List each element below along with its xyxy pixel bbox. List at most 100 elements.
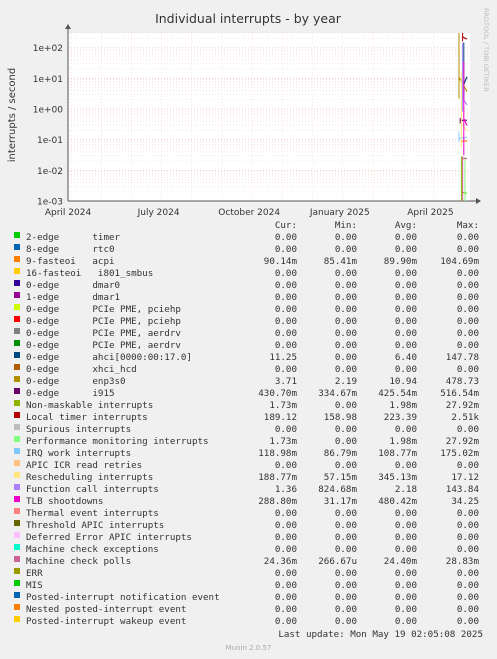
legend-cur: 0.00 xyxy=(274,316,297,327)
legend-swatch xyxy=(14,256,20,262)
legend-avg: 0.00 xyxy=(394,544,417,555)
legend-avg: 0.00 xyxy=(394,424,417,435)
legend-min: 0.00 xyxy=(334,580,357,591)
legend-item: 0-edge PCIe PME, aerdrv 0.00 0.00 0.00 0.00 xyxy=(0,328,497,340)
legend-item: Machine check exceptions 0.00 0.00 0.00 0.00 xyxy=(0,544,497,556)
legend-label: 9-fasteoi acpi xyxy=(26,256,115,267)
legend-swatch xyxy=(14,520,20,526)
last-update: Last update: Mon May 19 02:05:08 2025 xyxy=(278,629,483,640)
legend-label: 0-edge PCIe PME, aerdrv xyxy=(26,340,181,351)
legend-item: Nested posted-interrupt event 0.00 0.00 0.0… xyxy=(0,604,497,616)
legend-avg: 6.40 xyxy=(394,352,417,363)
legend-avg: 0.00 xyxy=(394,460,417,471)
legend-swatch xyxy=(14,556,20,562)
legend-avg: 0.00 xyxy=(394,568,417,579)
legend-avg: 0.00 xyxy=(394,328,417,339)
legend-label: Function call interrupts xyxy=(26,484,159,495)
legend-label: Spurious interrupts xyxy=(26,424,132,435)
legend-min: 0.00 xyxy=(334,292,357,303)
legend-avg: 0.00 xyxy=(394,364,417,375)
legend-cur: 118.98m xyxy=(258,448,297,459)
legend-cur: 0.00 xyxy=(274,544,297,555)
legend-min: 0.00 xyxy=(334,232,357,243)
legend-avg: 0.00 xyxy=(394,292,417,303)
legend-min: 334.67m xyxy=(318,388,357,399)
legend-item: Function call interrupts 1.36 824.68m 2.18 1… xyxy=(0,484,497,496)
legend-max: 0.00 xyxy=(456,364,479,375)
legend-label: Performance monitoring interrupts xyxy=(26,436,209,447)
legend-min: 266.67u xyxy=(318,556,357,567)
legend-swatch xyxy=(14,496,20,502)
legend-swatch xyxy=(14,376,20,382)
legend-item: 0-edge ahci[0000:00:17.0] 11.25 0.00 6.40 14… xyxy=(0,352,497,364)
legend-avg: 1.98m xyxy=(389,436,417,447)
legend-cur: 0.00 xyxy=(274,292,297,303)
legend-max: 0.00 xyxy=(456,532,479,543)
legend-avg: 2.18 xyxy=(394,484,417,495)
y-axis-label: interrupts / second xyxy=(7,68,18,162)
legend-item: 9-fasteoi acpi 90.14m 85.41m 89.90m 104.69m xyxy=(0,256,497,268)
legend-min: 0.00 xyxy=(334,364,357,375)
legend-min: 0.00 xyxy=(334,424,357,435)
chart: Individual interrupts - by year interrup… xyxy=(7,8,490,218)
legend-swatch xyxy=(14,484,20,490)
legend-cur: 0.00 xyxy=(274,532,297,543)
legend-max: 0.00 xyxy=(456,328,479,339)
legend-cur: 0.00 xyxy=(274,364,297,375)
legend-label: 0-edge i915 xyxy=(26,388,115,399)
legend-swatch xyxy=(14,364,20,370)
legend-avg: 0.00 xyxy=(394,316,417,327)
legend-item: Non-maskable interrupts 1.73m 0.00 1.98m 27.… xyxy=(0,400,497,412)
legend-item: Local timer interrupts 189.12 158.98 223.39… xyxy=(0,412,497,424)
legend-min: 31.17m xyxy=(323,496,357,507)
legend-label: 0-edge dmar0 xyxy=(26,280,121,291)
legend-item: 0-edge PCIe PME, aerdrv 0.00 0.00 0.00 0.00 xyxy=(0,340,497,352)
legend-swatch xyxy=(14,400,20,406)
legend-header-avg: Avg: xyxy=(394,220,417,231)
legend-label: 2-edge timer xyxy=(26,232,121,243)
legend-cur: 11.25 xyxy=(269,352,297,363)
legend-cur: 0.00 xyxy=(274,616,297,627)
legend-cur: 0.00 xyxy=(274,280,297,291)
legend-swatch xyxy=(14,592,20,598)
legend-max: 27.92m xyxy=(445,400,479,411)
legend-cur: 0.00 xyxy=(274,424,297,435)
legend-swatch xyxy=(14,328,20,334)
legend-swatch xyxy=(14,352,20,358)
legend-header-cur: Cur: xyxy=(274,220,297,231)
legend-swatch xyxy=(14,280,20,286)
side-label: RRDTOOL / TOBI OETIKER xyxy=(482,8,490,92)
legend-min: 824.68m xyxy=(318,484,357,495)
legend-cur: 0.00 xyxy=(274,580,297,591)
legend-max: 28.83m xyxy=(445,556,479,567)
legend-min: 0.00 xyxy=(334,352,357,363)
legend-cur: 0.00 xyxy=(274,268,297,279)
legend-header-max: Max: xyxy=(456,220,479,231)
legend-swatch xyxy=(14,304,20,310)
legend-cur: 0.00 xyxy=(274,460,297,471)
legend-min: 0.00 xyxy=(334,244,357,255)
legend-item: 16-fasteoi i801_smbus 0.00 0.00 0.00 0.00 xyxy=(0,268,497,280)
legend-swatch xyxy=(14,604,20,610)
legend-max: 0.00 xyxy=(456,292,479,303)
legend-swatch xyxy=(14,616,20,622)
legend-max: 0.00 xyxy=(456,616,479,627)
legend-item: Thermal event interrupts 0.00 0.00 0.00 0.00 xyxy=(0,508,497,520)
legend-label: 0-edge PCIe PME, aerdrv xyxy=(26,328,181,339)
legend-label: Deferred Error APIC interrupts xyxy=(26,532,192,543)
legend-avg: 480.42m xyxy=(378,496,417,507)
legend-cur: 0.00 xyxy=(274,340,297,351)
legend-swatch xyxy=(14,340,20,346)
y-axis-arrow xyxy=(65,24,71,29)
legend-min: 0.00 xyxy=(334,544,357,555)
legend-max: 0.00 xyxy=(456,544,479,555)
legend-label: ERR xyxy=(26,568,43,579)
legend-min: 158.98 xyxy=(323,412,357,423)
legend-label: 0-edge enp3s0 xyxy=(26,376,126,387)
legend-swatch xyxy=(14,568,20,574)
legend-min: 85.41m xyxy=(323,256,357,267)
x-tick-label: October 2024 xyxy=(218,208,280,218)
legend-avg: 0.00 xyxy=(394,616,417,627)
legend-label: Posted-interrupt notification event xyxy=(26,592,220,603)
legend-label: 0-edge PCIe PME, pciehp xyxy=(26,316,181,327)
